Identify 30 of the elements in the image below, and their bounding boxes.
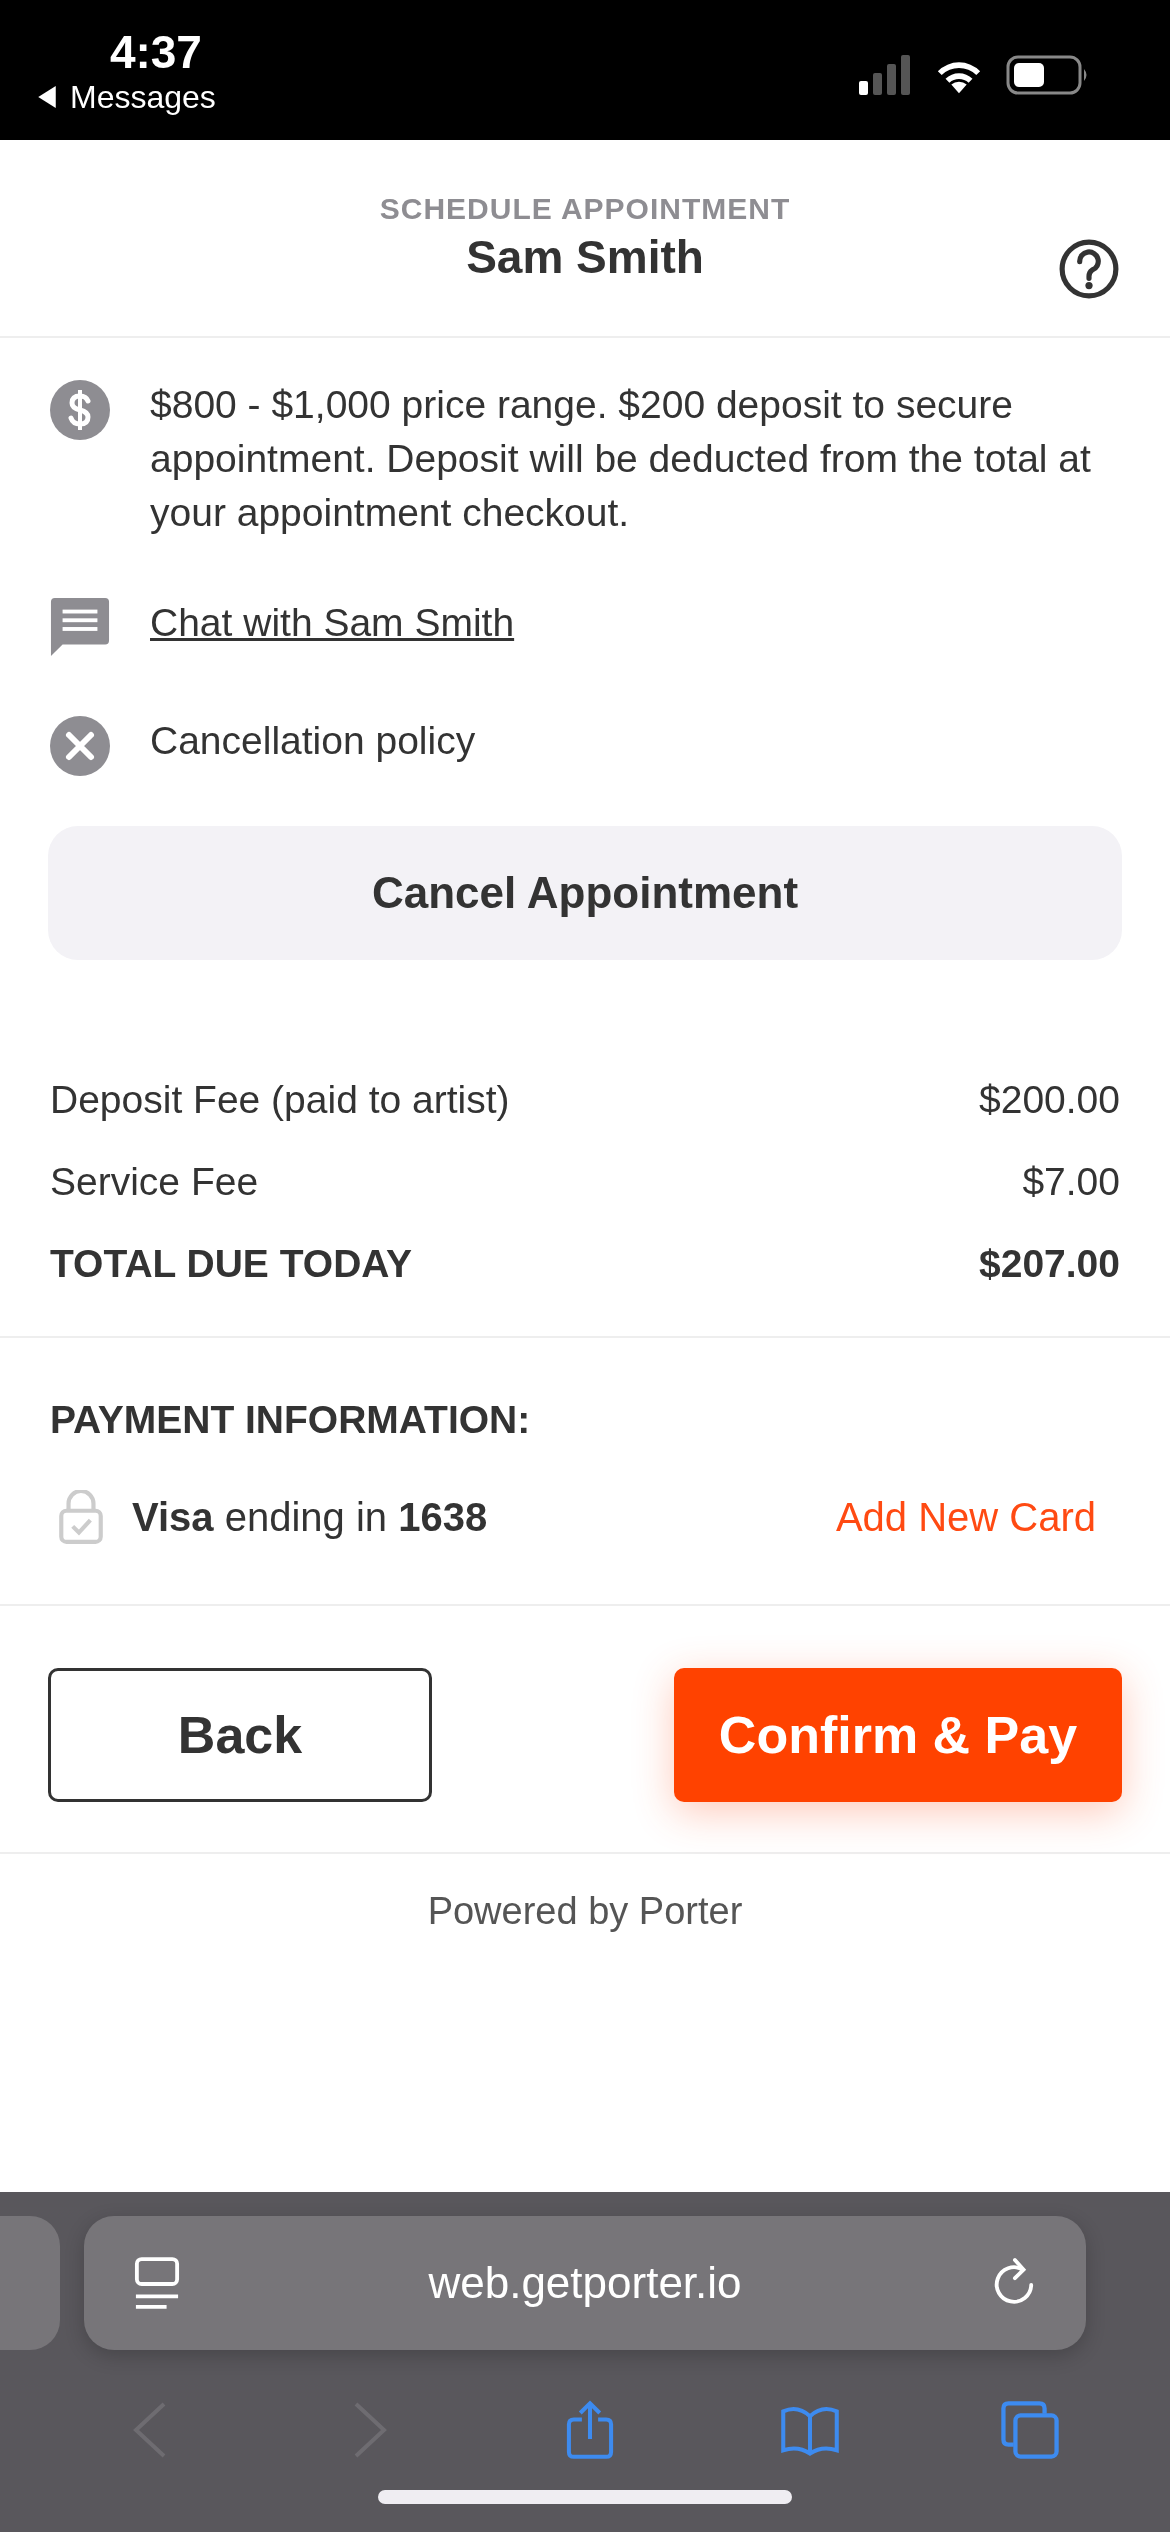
dollar-icon	[50, 380, 110, 440]
status-time: 4:37	[109, 24, 202, 79]
reader-icon[interactable]	[134, 2256, 180, 2310]
back-to-app-link[interactable]: Messages	[70, 78, 216, 116]
cancel-appointment-button[interactable]: Cancel Appointment	[48, 826, 1122, 960]
previous-tab-edge[interactable]	[0, 2216, 60, 2350]
tabs-icon[interactable]	[1000, 2400, 1060, 2460]
info-text: $800 - $1,000 price range. $200 deposit to secure appointment. Deposit will be deducted from the total at your appointment checkout.	[150, 382, 1092, 536]
page-subtitle: SCHEDULE APPOINTMENT	[379, 192, 791, 226]
close-circle-icon	[50, 716, 110, 776]
back-button[interactable]: Back	[48, 1668, 432, 1802]
saved-card-text: Visa ending in 1638	[132, 1494, 489, 1540]
chat-link[interactable]: Chat with Sam Smith	[150, 596, 515, 650]
chat-icon	[50, 598, 110, 658]
help-icon[interactable]	[1058, 238, 1120, 300]
address-bar[interactable]: web.getporter.io	[84, 2216, 1086, 2350]
fee-label: Deposit Fee (paid to artist)	[50, 1078, 510, 1122]
page-title: Sam Smith	[466, 230, 704, 284]
url-text: web.getporter.io	[428, 2258, 742, 2308]
fee-amount: $207.00	[979, 1242, 1120, 1286]
powered-by-text: Powered by Porter	[427, 1890, 743, 1933]
signal-icon	[858, 55, 912, 95]
payment-heading: PAYMENT INFORMATION:	[50, 1398, 532, 1442]
back-triangle-icon[interactable]	[36, 85, 58, 109]
info-text: Cancellation policy	[150, 718, 476, 764]
fee-amount: $7.00	[1022, 1160, 1120, 1204]
fee-amount: $200.00	[979, 1078, 1120, 1122]
lock-icon	[58, 1490, 104, 1544]
fee-label: TOTAL DUE TODAY	[50, 1242, 412, 1286]
fee-label: Service Fee	[50, 1160, 259, 1204]
